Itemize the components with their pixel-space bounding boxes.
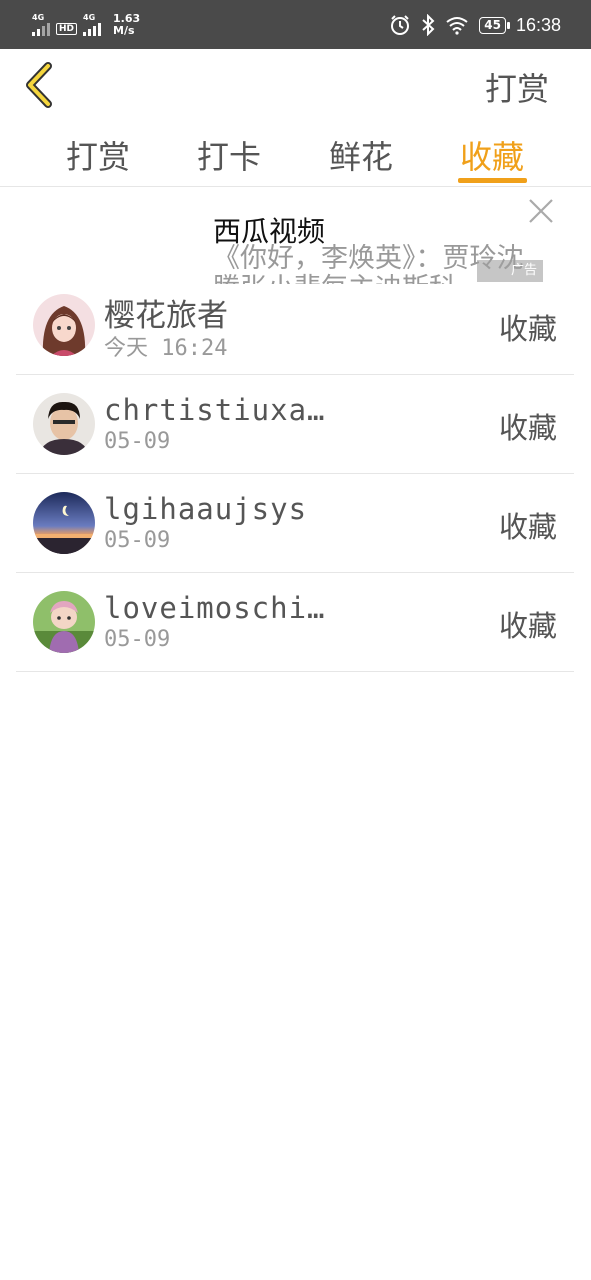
favorites-list: 樱花旅者 今天 16:24 收藏 chrtistiuxa… 05-09 收藏 l… — [16, 276, 574, 672]
list-item[interactable]: lgihaaujsys 05-09 收藏 — [16, 474, 574, 573]
battery-level: 45 — [479, 16, 510, 34]
network-type-1: 4G — [32, 13, 45, 22]
favorite-label: 收藏 — [498, 609, 557, 643]
favorite-label: 收藏 — [498, 312, 557, 346]
item-date: 05-09 — [104, 528, 171, 553]
active-tab-indicator — [458, 178, 527, 183]
favorite-label: 收藏 — [498, 510, 557, 544]
avatar — [33, 492, 95, 554]
item-date: 今天 16:24 — [104, 336, 228, 361]
tab-divider — [0, 186, 591, 187]
status-left: 4G HD 4G 1.63 M/s — [32, 10, 140, 40]
signal-bars-icon — [32, 22, 50, 36]
status-bar: 4G HD 4G 1.63 M/s 45 16:38 — [0, 0, 591, 49]
avatar — [33, 393, 95, 455]
tab-flowers[interactable]: 鲜花 — [316, 132, 406, 178]
avatar — [33, 294, 95, 356]
network-speed: 1.63 M/s — [113, 13, 140, 37]
item-date: 05-09 — [104, 627, 171, 652]
tab-favorites[interactable]: 收藏 — [447, 132, 537, 178]
status-time: 16:38 — [515, 14, 561, 35]
signal-2: 4G — [83, 13, 102, 36]
page-title: 打赏 — [484, 70, 549, 108]
tab-reward[interactable]: 打赏 — [53, 132, 143, 178]
bluetooth-icon — [422, 14, 435, 36]
item-date: 05-09 — [104, 429, 171, 454]
user-name: lgihaaujsys — [104, 492, 308, 526]
speed-unit: M/s — [113, 24, 135, 37]
network-type-2: 4G — [83, 13, 96, 22]
tab-checkin[interactable]: 打卡 — [184, 132, 274, 178]
avatar — [33, 591, 95, 653]
tab-bar: 打赏 打卡 鲜花 收藏 — [0, 128, 591, 186]
hd-badge: HD — [56, 23, 78, 35]
close-icon[interactable] — [526, 196, 556, 226]
list-item[interactable]: loveimoschi… 05-09 收藏 — [16, 573, 574, 672]
user-name: 樱花旅者 — [104, 298, 228, 334]
list-item[interactable]: chrtistiuxa… 05-09 收藏 — [16, 375, 574, 474]
back-chevron-icon[interactable] — [22, 62, 56, 108]
signal-1: 4G — [32, 14, 50, 36]
ad-banner[interactable]: 西瓜视频 《你好，李焕英》：贾玲沈腾张小斐每主迪斯科 广告 — [0, 188, 591, 284]
wifi-icon — [446, 17, 468, 35]
alarm-clock-icon — [391, 15, 410, 35]
status-right: 45 16:38 — [389, 12, 561, 38]
favorite-label: 收藏 — [498, 411, 557, 445]
user-name: chrtistiuxa… — [104, 393, 326, 427]
list-item[interactable]: 樱花旅者 今天 16:24 收藏 — [16, 276, 574, 375]
signal-bars-icon-2 — [83, 22, 102, 36]
user-name: loveimoschi… — [104, 591, 326, 625]
